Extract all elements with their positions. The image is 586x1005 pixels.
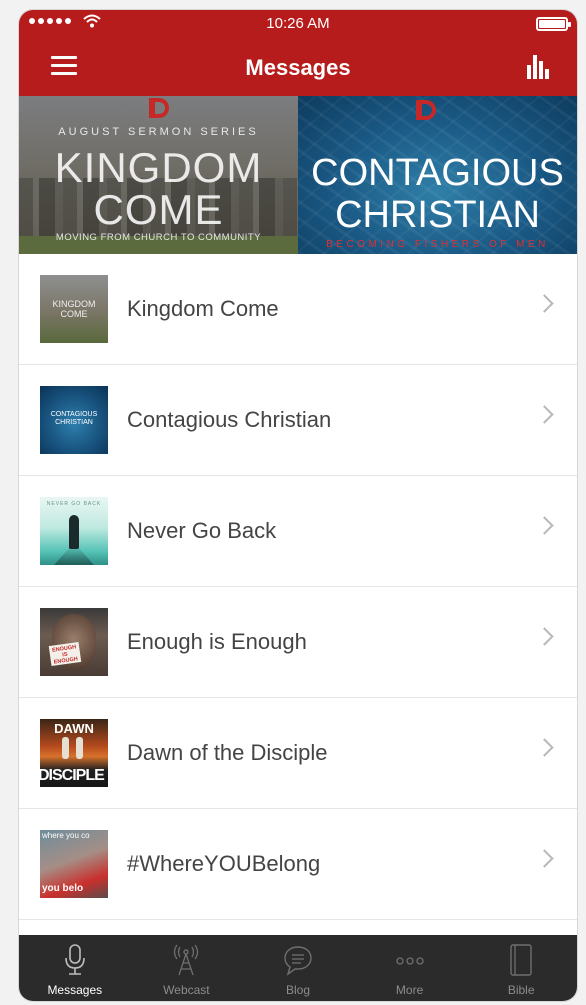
message-title: #WhereYOUBelong [127, 851, 321, 876]
tab-bible[interactable]: Bible [465, 935, 577, 1001]
list-item[interactable]: DAWN DISCIPLE Dawn of the Disciple [19, 698, 577, 809]
list-item[interactable]: where you co you belo #WhereYOUBelong [19, 809, 577, 920]
tab-bar: Messages Webcast Blog More Bible [19, 935, 577, 1001]
banner-subtitle: BECOMING FISHERS OF MEN [326, 239, 549, 250]
tab-webcast[interactable]: Webcast [131, 935, 243, 1001]
message-title: Kingdom Come [127, 296, 279, 321]
bar-chart-icon[interactable] [527, 53, 553, 79]
series-thumbnail: DAWN DISCIPLE [40, 719, 108, 787]
tab-label: Messages [47, 983, 103, 997]
series-thumbnail: CONTAGIOUS CHRISTIAN [40, 386, 108, 454]
tab-label: Bible [507, 983, 535, 997]
church-logo-icon [139, 98, 173, 120]
tab-label: More [395, 983, 424, 997]
series-thumbnail: KINGDOM COME [40, 275, 108, 343]
chevron-right-icon [535, 405, 554, 424]
status-time: 10:26 AM [266, 15, 330, 32]
status-bar: 10:26 AM [19, 10, 577, 38]
banner-subtitle: MOVING FROM CHURCH TO COMMUNITY [55, 232, 262, 243]
tab-blog[interactable]: Blog [242, 935, 354, 1001]
banner-title-line2: COME [93, 186, 224, 233]
messages-list: KINGDOM COME Kingdom Come CONTAGIOUS CHR… [19, 254, 577, 920]
series-thumbnail: ENOUGH IS ENOUGH [40, 608, 108, 676]
series-thumbnail: NEVER GO BACK [40, 497, 108, 565]
banner-kicker: AUGUST SERMON SERIES [58, 126, 259, 138]
message-title: Dawn of the Disciple [127, 740, 328, 765]
banner-title-line1: CONTAGIOUS [311, 152, 564, 194]
chevron-right-icon [535, 294, 554, 313]
message-title: Enough is Enough [127, 629, 307, 654]
banner-title-line1: KINGDOM [54, 144, 263, 191]
series-banner[interactable]: AUGUST SERMON SERIES KINGDOM COME MOVING… [19, 96, 577, 254]
list-item[interactable]: ENOUGH IS ENOUGH Enough is Enough [19, 587, 577, 698]
message-title: Never Go Back [127, 518, 277, 543]
tab-label: Webcast [163, 983, 210, 997]
banner-contagious-christian[interactable]: CONTAGIOUS CHRISTIAN BECOMING FISHERS OF… [298, 96, 577, 254]
chevron-right-icon [535, 849, 554, 868]
chat-bubble-icon [284, 946, 312, 976]
list-item[interactable]: NEVER GO BACK Never Go Back [19, 476, 577, 587]
tab-more[interactable]: More [354, 935, 466, 1001]
tab-messages[interactable]: Messages [19, 935, 131, 1001]
message-title: Contagious Christian [127, 407, 332, 432]
more-dots-icon [395, 957, 424, 965]
tab-label: Blog [285, 983, 310, 997]
chevron-right-icon [535, 627, 554, 646]
microphone-icon [64, 944, 85, 975]
list-item[interactable]: KINGDOM COME Kingdom Come [19, 254, 577, 365]
app-screen: 10:26 AM Messages AUGUST SERMON SERIES K… [19, 10, 577, 1001]
book-icon [510, 944, 532, 976]
series-thumbnail: where you co you belo [40, 830, 108, 898]
broadcast-tower-icon [174, 944, 199, 976]
banner-title-line2: CHRISTIAN [335, 194, 540, 236]
header: 10:26 AM Messages [19, 10, 577, 96]
page-title: Messages [245, 55, 351, 80]
battery-icon [536, 17, 571, 31]
chevron-right-icon [535, 516, 554, 535]
banner-kingdom-come[interactable]: AUGUST SERMON SERIES KINGDOM COME MOVING… [19, 96, 298, 254]
list-item[interactable]: CONTAGIOUS CHRISTIAN Contagious Christia… [19, 365, 577, 476]
church-logo-icon [406, 100, 440, 122]
chevron-right-icon [535, 738, 554, 757]
